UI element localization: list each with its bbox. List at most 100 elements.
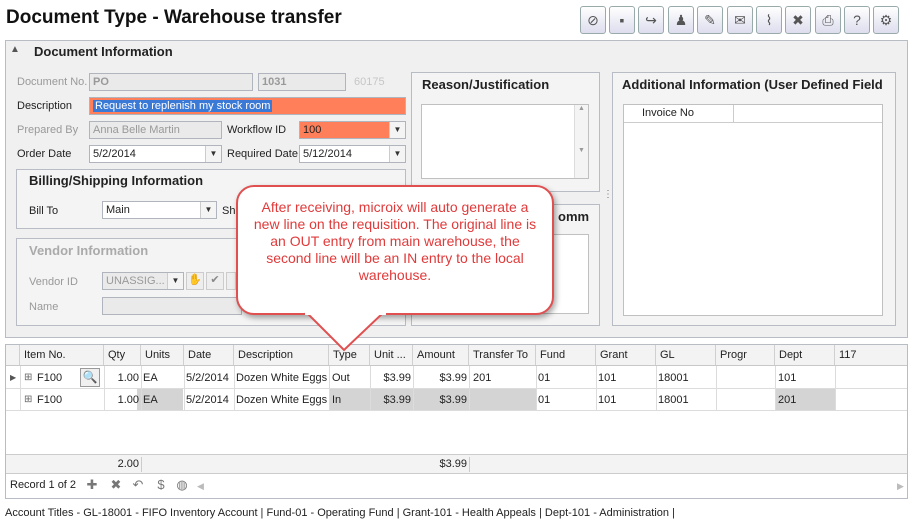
column-separator [234, 366, 235, 411]
cell-amount[interactable]: $3.99 [413, 389, 467, 411]
attach-icon[interactable]: ⌇ [756, 6, 782, 34]
email-icon[interactable]: ✉ [727, 6, 753, 34]
vendor-id-label: Vendor ID [29, 276, 78, 288]
cell-fund[interactable]: 01 [538, 367, 550, 389]
add-icon[interactable]: ✚ [84, 477, 100, 493]
scrollbar[interactable]: ▲ ▼ [574, 105, 588, 178]
callout-pointer-mask [305, 312, 386, 315]
cell-dept[interactable]: 201 [778, 389, 796, 411]
scroll-left-icon[interactable]: ◀ [197, 481, 204, 492]
cell-qty[interactable]: 1.00 [104, 367, 139, 389]
remove-icon[interactable]: ✖ [108, 477, 124, 493]
cell-unit[interactable]: $3.99 [370, 389, 411, 411]
cell-grant[interactable]: 101 [598, 367, 616, 389]
column-separator [775, 366, 776, 411]
chevron-down-icon[interactable]: ▼ [389, 146, 405, 162]
cell-unit[interactable]: $3.99 [370, 367, 411, 389]
col-transfer-to[interactable]: Transfer To [469, 345, 536, 365]
bill-to-select[interactable]: Main ▼ [102, 201, 217, 219]
cell-transfer-to[interactable]: 201 [473, 367, 491, 389]
cell-description[interactable]: Dozen White Eggs [236, 389, 327, 411]
chevron-down-icon[interactable]: ▼ [205, 146, 221, 162]
col-qty[interactable]: Qty [104, 345, 141, 365]
cell-type[interactable]: Out [332, 367, 350, 389]
approve-icon[interactable]: ♟ [668, 6, 694, 34]
vendor-confirm-icon[interactable]: ✔ [206, 272, 224, 290]
col-dept[interactable]: Dept [775, 345, 835, 365]
vendor-id-value: UNASSIG... [106, 275, 165, 287]
cell-units[interactable]: EA [143, 367, 158, 389]
required-date-picker[interactable]: 5/12/2014 ▼ [299, 145, 406, 163]
cell-item-no[interactable]: F100 [37, 367, 62, 389]
vendor-lookup-icon[interactable]: ✋ [186, 272, 204, 290]
column-separator [596, 366, 597, 411]
save-icon[interactable]: ▪ [609, 6, 635, 34]
cell-type[interactable]: In [332, 389, 341, 411]
reason-textarea[interactable]: ▲ ▼ [421, 104, 589, 179]
description-input[interactable]: Request to replenish my stock room [89, 97, 406, 115]
callout-pointer [304, 312, 386, 352]
required-date-value: 5/12/2014 [303, 148, 352, 160]
vendor-id-select[interactable]: UNASSIG... ▼ [102, 272, 184, 290]
column-separator [184, 366, 185, 411]
grid-footer: 2.00 $3.99 [6, 454, 907, 474]
document-no-label: Document No. [17, 76, 88, 88]
cell-qty[interactable]: 1.00 [104, 389, 139, 411]
cell-grant[interactable]: 101 [598, 389, 616, 411]
item-search-icon[interactable]: 🔍 [80, 368, 100, 387]
cell-amount[interactable]: $3.99 [413, 367, 467, 389]
record-counter: Record 1 of 2 [10, 479, 77, 491]
chevron-down-icon[interactable]: ▼ [389, 122, 405, 138]
void-icon[interactable]: ⊘ [580, 6, 606, 34]
globe-icon[interactable]: ◍ [174, 477, 190, 493]
col-date[interactable]: Date [184, 345, 234, 365]
col-item-no[interactable]: Item No. [20, 345, 104, 365]
chevron-down-icon[interactable]: ▼ [200, 202, 216, 218]
collapse-icon[interactable]: ▲ [10, 44, 20, 55]
additional-info-header: Additional Information (User Defined Fie… [622, 77, 883, 92]
scroll-right-icon[interactable]: ▶ [897, 481, 904, 492]
cell-description[interactable]: Dozen White Eggs [236, 367, 327, 389]
notes-icon[interactable]: ✎ [697, 6, 723, 34]
cell-item-no[interactable]: F100 [37, 389, 62, 411]
cell-gl[interactable]: 18001 [658, 367, 689, 389]
cell-date[interactable]: 5/2/2014 [186, 389, 229, 411]
expand-icon[interactable]: ⊞ [24, 367, 32, 389]
print-icon[interactable]: ⎙ [815, 6, 841, 34]
udf-row[interactable]: Invoice No [624, 105, 882, 123]
col-grant[interactable]: Grant [596, 345, 656, 365]
money-bag-icon[interactable]: $ [153, 477, 169, 493]
delete-icon[interactable]: ✖ [785, 6, 811, 34]
expand-icon[interactable]: ⊞ [24, 389, 32, 411]
cell-gl[interactable]: 18001 [658, 389, 689, 411]
col-fund[interactable]: Fund [536, 345, 596, 365]
document-suffix: 60175 [354, 76, 385, 88]
document-information-header: Document Information [34, 44, 173, 59]
settings-icon[interactable]: ⚙ [873, 6, 899, 34]
help-icon[interactable]: ? [844, 6, 870, 34]
vendor-extra-button[interactable] [226, 272, 236, 290]
udf-grid[interactable]: Invoice No [623, 104, 883, 316]
footer-separator [141, 457, 142, 472]
cell-date[interactable]: 5/2/2014 [186, 367, 229, 389]
col-amount[interactable]: Amount [413, 345, 469, 365]
col-gl[interactable]: GL [656, 345, 716, 365]
billing-shipping-header: Billing/Shipping Information [29, 173, 204, 188]
send-icon[interactable]: ↪ [638, 6, 664, 34]
column-separator [329, 366, 330, 411]
cell-fund[interactable]: 01 [538, 389, 550, 411]
col-progr[interactable]: Progr [716, 345, 775, 365]
cell-units[interactable]: EA [143, 389, 158, 411]
workflow-id-select[interactable]: 100 ▼ [299, 121, 406, 139]
undo-icon[interactable]: ↶ [130, 477, 146, 493]
cell-dept[interactable]: 101 [778, 367, 796, 389]
col-117[interactable]: 117 [835, 345, 907, 365]
chevron-down-icon[interactable]: ▼ [167, 273, 183, 289]
total-qty: 2.00 [117, 458, 139, 470]
callout-annotation: After receiving, microix will auto gener… [236, 185, 554, 315]
footer-separator [469, 457, 470, 472]
grid-header: Item No. Qty Units Date Description Type… [6, 345, 907, 366]
col-units[interactable]: Units [141, 345, 184, 365]
order-date-label: Order Date [17, 148, 72, 160]
order-date-picker[interactable]: 5/2/2014 ▼ [89, 145, 222, 163]
